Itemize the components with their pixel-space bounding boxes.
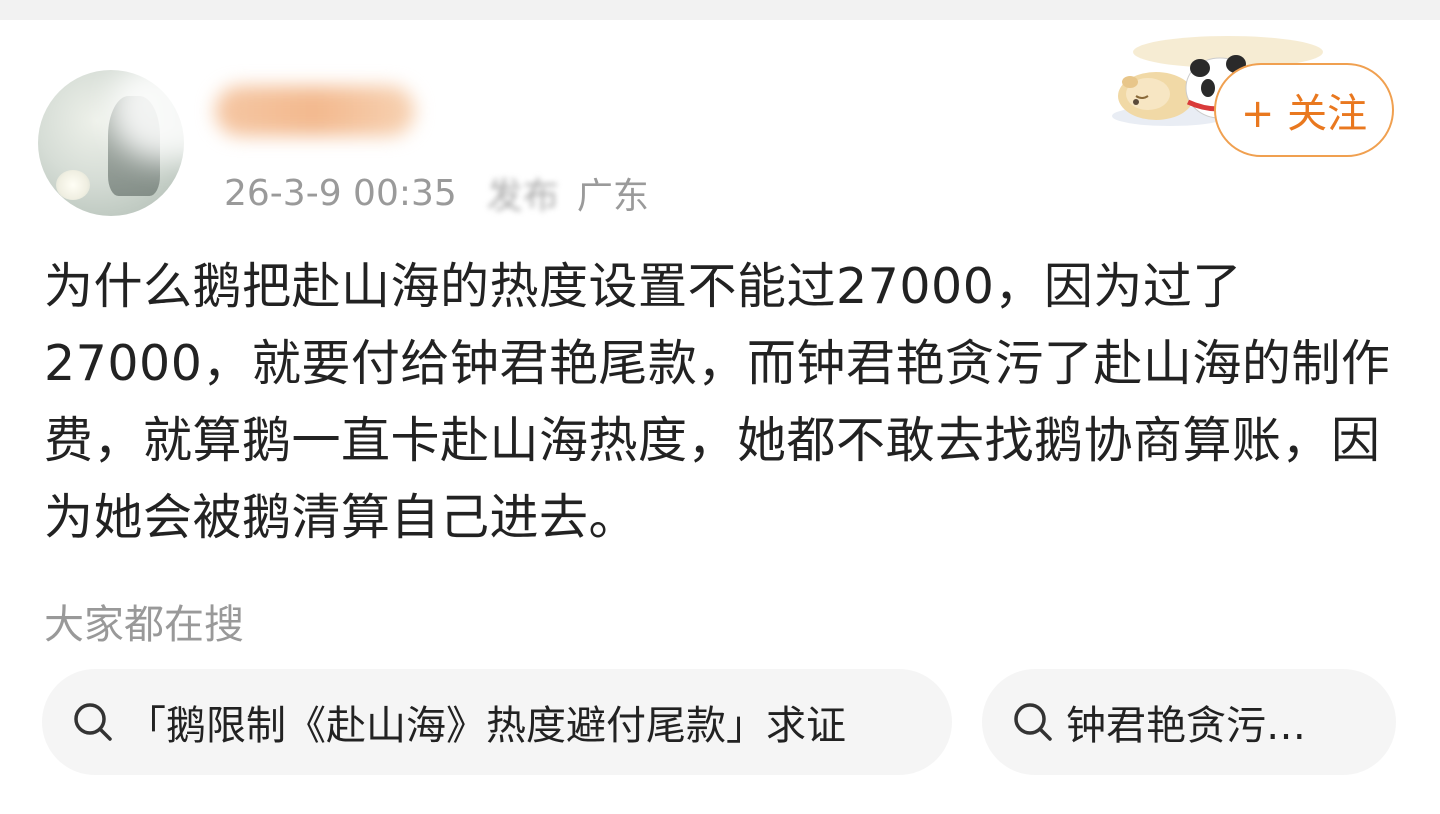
post-time: 26-3-9 00:35 <box>224 172 457 214</box>
top-strip <box>0 0 1440 20</box>
follow-button[interactable]: + 关注 <box>1214 63 1394 157</box>
post-text: 为什么鹅把赴山海的热度设置不能过27000，因为过了27000，就要付给钟君艳尾… <box>44 258 1391 546</box>
search-chip-label: 「鹅限制《赴山海》热度避付尾款」求证 <box>126 703 846 749</box>
post-source-blurred: 发布 <box>486 176 559 217</box>
search-chip-2[interactable]: 钟君艳贪污… <box>982 669 1396 775</box>
search-icon <box>74 703 112 741</box>
avatar-flower <box>56 170 90 200</box>
search-icon <box>1014 703 1052 741</box>
post-meta: 26-3-9 00:35 发布 广东 <box>224 167 649 219</box>
search-section-title: 大家都在搜 <box>44 602 244 648</box>
username-blurred[interactable] <box>215 86 415 136</box>
search-chip-label: 钟君艳贪污… <box>1066 703 1306 749</box>
post-location: 广东 <box>576 176 649 217</box>
search-chip-1[interactable]: 「鹅限制《赴山海》热度避付尾款」求证 <box>42 669 952 775</box>
